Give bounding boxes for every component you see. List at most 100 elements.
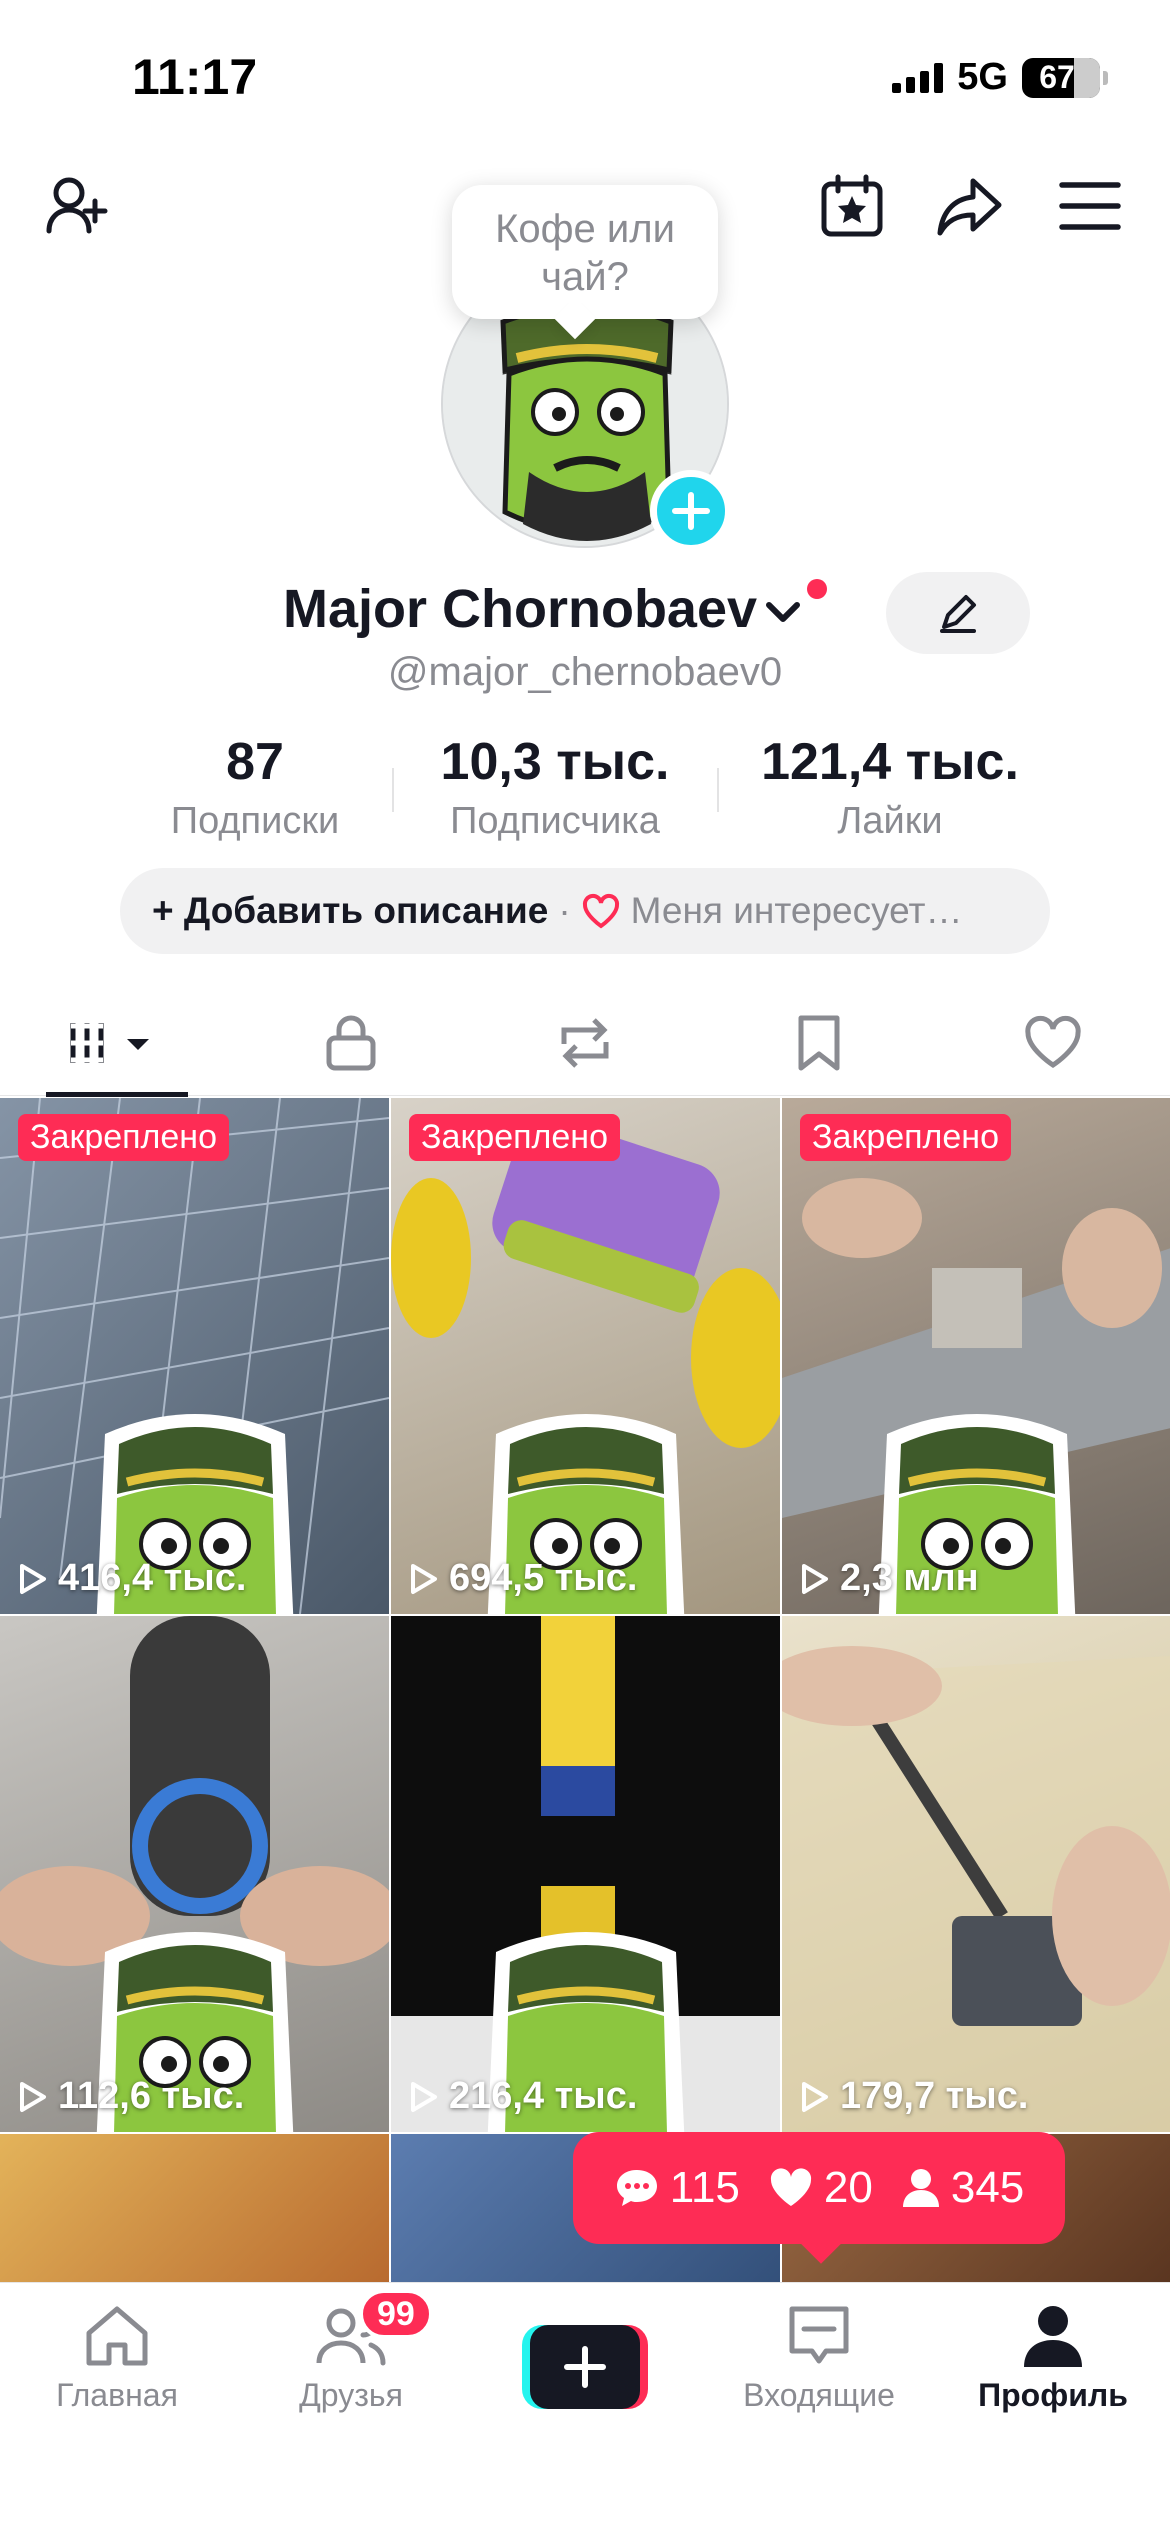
video-thumbnail[interactable]: Закреплено 2,3 млн — [782, 1098, 1170, 1614]
nav-profile-label: Профиль — [978, 2377, 1128, 2413]
bookmark-icon — [798, 1015, 840, 1070]
following-stat[interactable]: 87 Подписки — [150, 732, 360, 843]
nav-friends-label: Друзья — [299, 2377, 403, 2413]
battery-level: 67 — [1039, 59, 1075, 95]
tab-videos[interactable] — [0, 990, 234, 1095]
video-thumbnail[interactable]: Закреплено 416,4 тыс. — [0, 1098, 389, 1614]
nav-home[interactable]: Главная — [0, 2283, 234, 2532]
nav-friends[interactable]: Друзья 99 — [234, 2283, 468, 2532]
meat-tenderizer-image — [782, 1646, 1170, 2132]
likes-stat[interactable]: 121,4 тыс. Лайки — [750, 732, 1030, 843]
followers-count: 10,3 тыс. — [440, 733, 670, 791]
plus-icon — [672, 492, 710, 530]
friends-badge: 99 — [359, 2289, 433, 2339]
battery-icon: 67 — [1022, 57, 1108, 98]
views-count: 112,6 тыс. — [18, 2075, 244, 2118]
interests-link[interactable]: Меня интересует… — [631, 890, 963, 932]
nav-inbox[interactable]: Входящие — [702, 2283, 936, 2532]
menu-button[interactable] — [1050, 166, 1130, 246]
tab-liked[interactable] — [936, 990, 1170, 1095]
nav-profile[interactable]: Профиль — [936, 2283, 1170, 2532]
status-indicators: 5G 67 — [892, 56, 1108, 99]
repost-icon — [561, 1017, 609, 1068]
views-count: 216,4 тыс. — [409, 2075, 637, 2118]
likes-item: 20 — [768, 2163, 873, 2213]
comments-count: 115 — [669, 2163, 740, 2212]
play-icon — [20, 2081, 46, 2112]
divider — [391, 768, 394, 812]
add-avatar-button[interactable] — [650, 470, 732, 552]
views-count: 416,4 тыс. — [18, 1557, 246, 1600]
inbox-icon — [789, 2306, 849, 2364]
play-icon — [411, 1563, 437, 1594]
chevron-down-icon[interactable] — [763, 591, 803, 631]
heart-icon — [1025, 1015, 1081, 1068]
views-label: 2,3 млн — [840, 1557, 979, 1599]
followers-label: Подписчика — [450, 800, 660, 842]
person-icon — [902, 2169, 939, 2207]
following-label: Подписки — [170, 800, 340, 842]
hamburger-menu-icon — [1059, 182, 1121, 230]
pinned-badge: Закреплено — [409, 1114, 620, 1161]
profile-stats: 87 Подписки 10,3 тыс. Подписчика 121,4 т… — [150, 732, 1030, 843]
views-count: 2,3 млн — [800, 1557, 979, 1600]
tab-private[interactable] — [234, 990, 468, 1095]
following-count: 87 — [226, 733, 284, 791]
tab-favorites[interactable] — [702, 990, 936, 1095]
pinned-badge: Закреплено — [800, 1114, 1011, 1161]
views-label: 179,7 тыс. — [840, 2075, 1029, 2117]
username-handle: @major_chernobaev0 — [387, 650, 783, 694]
play-icon — [20, 1563, 46, 1594]
create-button[interactable] — [522, 2325, 648, 2409]
video-thumbnail[interactable]: 216,4 тыс. — [391, 1616, 780, 2132]
divider — [716, 768, 719, 812]
status-time: 11:17 — [132, 49, 258, 105]
views-label: 694,5 тыс. — [449, 1557, 638, 1599]
comments-item: 115 — [614, 2163, 740, 2213]
add-friend-button[interactable] — [38, 166, 118, 246]
status-note-bubble[interactable]: Кофе или чай? — [452, 185, 718, 319]
add-description-link[interactable]: + Добавить описание — [152, 890, 548, 932]
separator: · — [558, 890, 571, 931]
tab-reposts[interactable] — [468, 990, 702, 1095]
play-icon — [802, 2081, 828, 2112]
likes-count: 121,4 тыс. — [761, 733, 1019, 791]
home-icon — [86, 2306, 148, 2366]
grid-icon — [70, 1022, 149, 1063]
display-name: Major Chornobaev — [282, 579, 758, 639]
calendar-star-icon — [821, 174, 883, 237]
share-arrow-icon — [937, 178, 1002, 236]
views-label: 216,4 тыс. — [449, 2075, 638, 2117]
share-profile-button[interactable] — [930, 166, 1010, 246]
pencil-icon — [940, 595, 976, 633]
likes-label: Лайки — [837, 800, 943, 842]
video-thumbnail[interactable] — [0, 2134, 389, 2284]
play-icon — [802, 1563, 828, 1594]
likes-count-popup: 20 — [823, 2163, 873, 2212]
nav-create[interactable] — [468, 2283, 702, 2532]
network-type: 5G — [957, 56, 1008, 98]
followers-stat[interactable]: 10,3 тыс. Подписчика — [425, 732, 685, 843]
signal-icon — [892, 62, 944, 93]
calendar-button[interactable] — [812, 166, 892, 246]
video-thumbnail[interactable]: 112,6 тыс. — [0, 1616, 389, 2132]
followers-item: 345 — [901, 2163, 1024, 2213]
views-count: 179,7 тыс. — [800, 2075, 1028, 2118]
bio-pill[interactable]: + Добавить описание · Меня интересует… — [120, 868, 1050, 954]
heart-filled-icon — [770, 2168, 812, 2206]
video-thumbnail[interactable]: Закреплено 694,5 тыс. — [391, 1098, 780, 1614]
edit-profile-button[interactable] — [886, 572, 1030, 654]
nav-inbox-label: Входящие — [743, 2377, 895, 2413]
followers-count-popup: 345 — [950, 2163, 1025, 2212]
views-count: 694,5 тыс. — [409, 1557, 637, 1600]
content-tabs — [0, 990, 1170, 1096]
activity-popup[interactable]: 115 20 345 — [573, 2132, 1065, 2244]
video-grid: Закреплено 416,4 тыс. Закреплено 694,5 т… — [0, 1098, 1170, 2284]
nav-home-label: Главная — [56, 2377, 178, 2413]
plus-icon — [564, 2346, 606, 2388]
pinned-badge: Закреплено — [18, 1114, 229, 1161]
views-label: 112,6 тыс. — [58, 2075, 245, 2117]
video-thumbnail[interactable]: 179,7 тыс. — [782, 1616, 1170, 2132]
lock-icon — [326, 1015, 376, 1070]
heart-outline-icon — [582, 893, 619, 929]
